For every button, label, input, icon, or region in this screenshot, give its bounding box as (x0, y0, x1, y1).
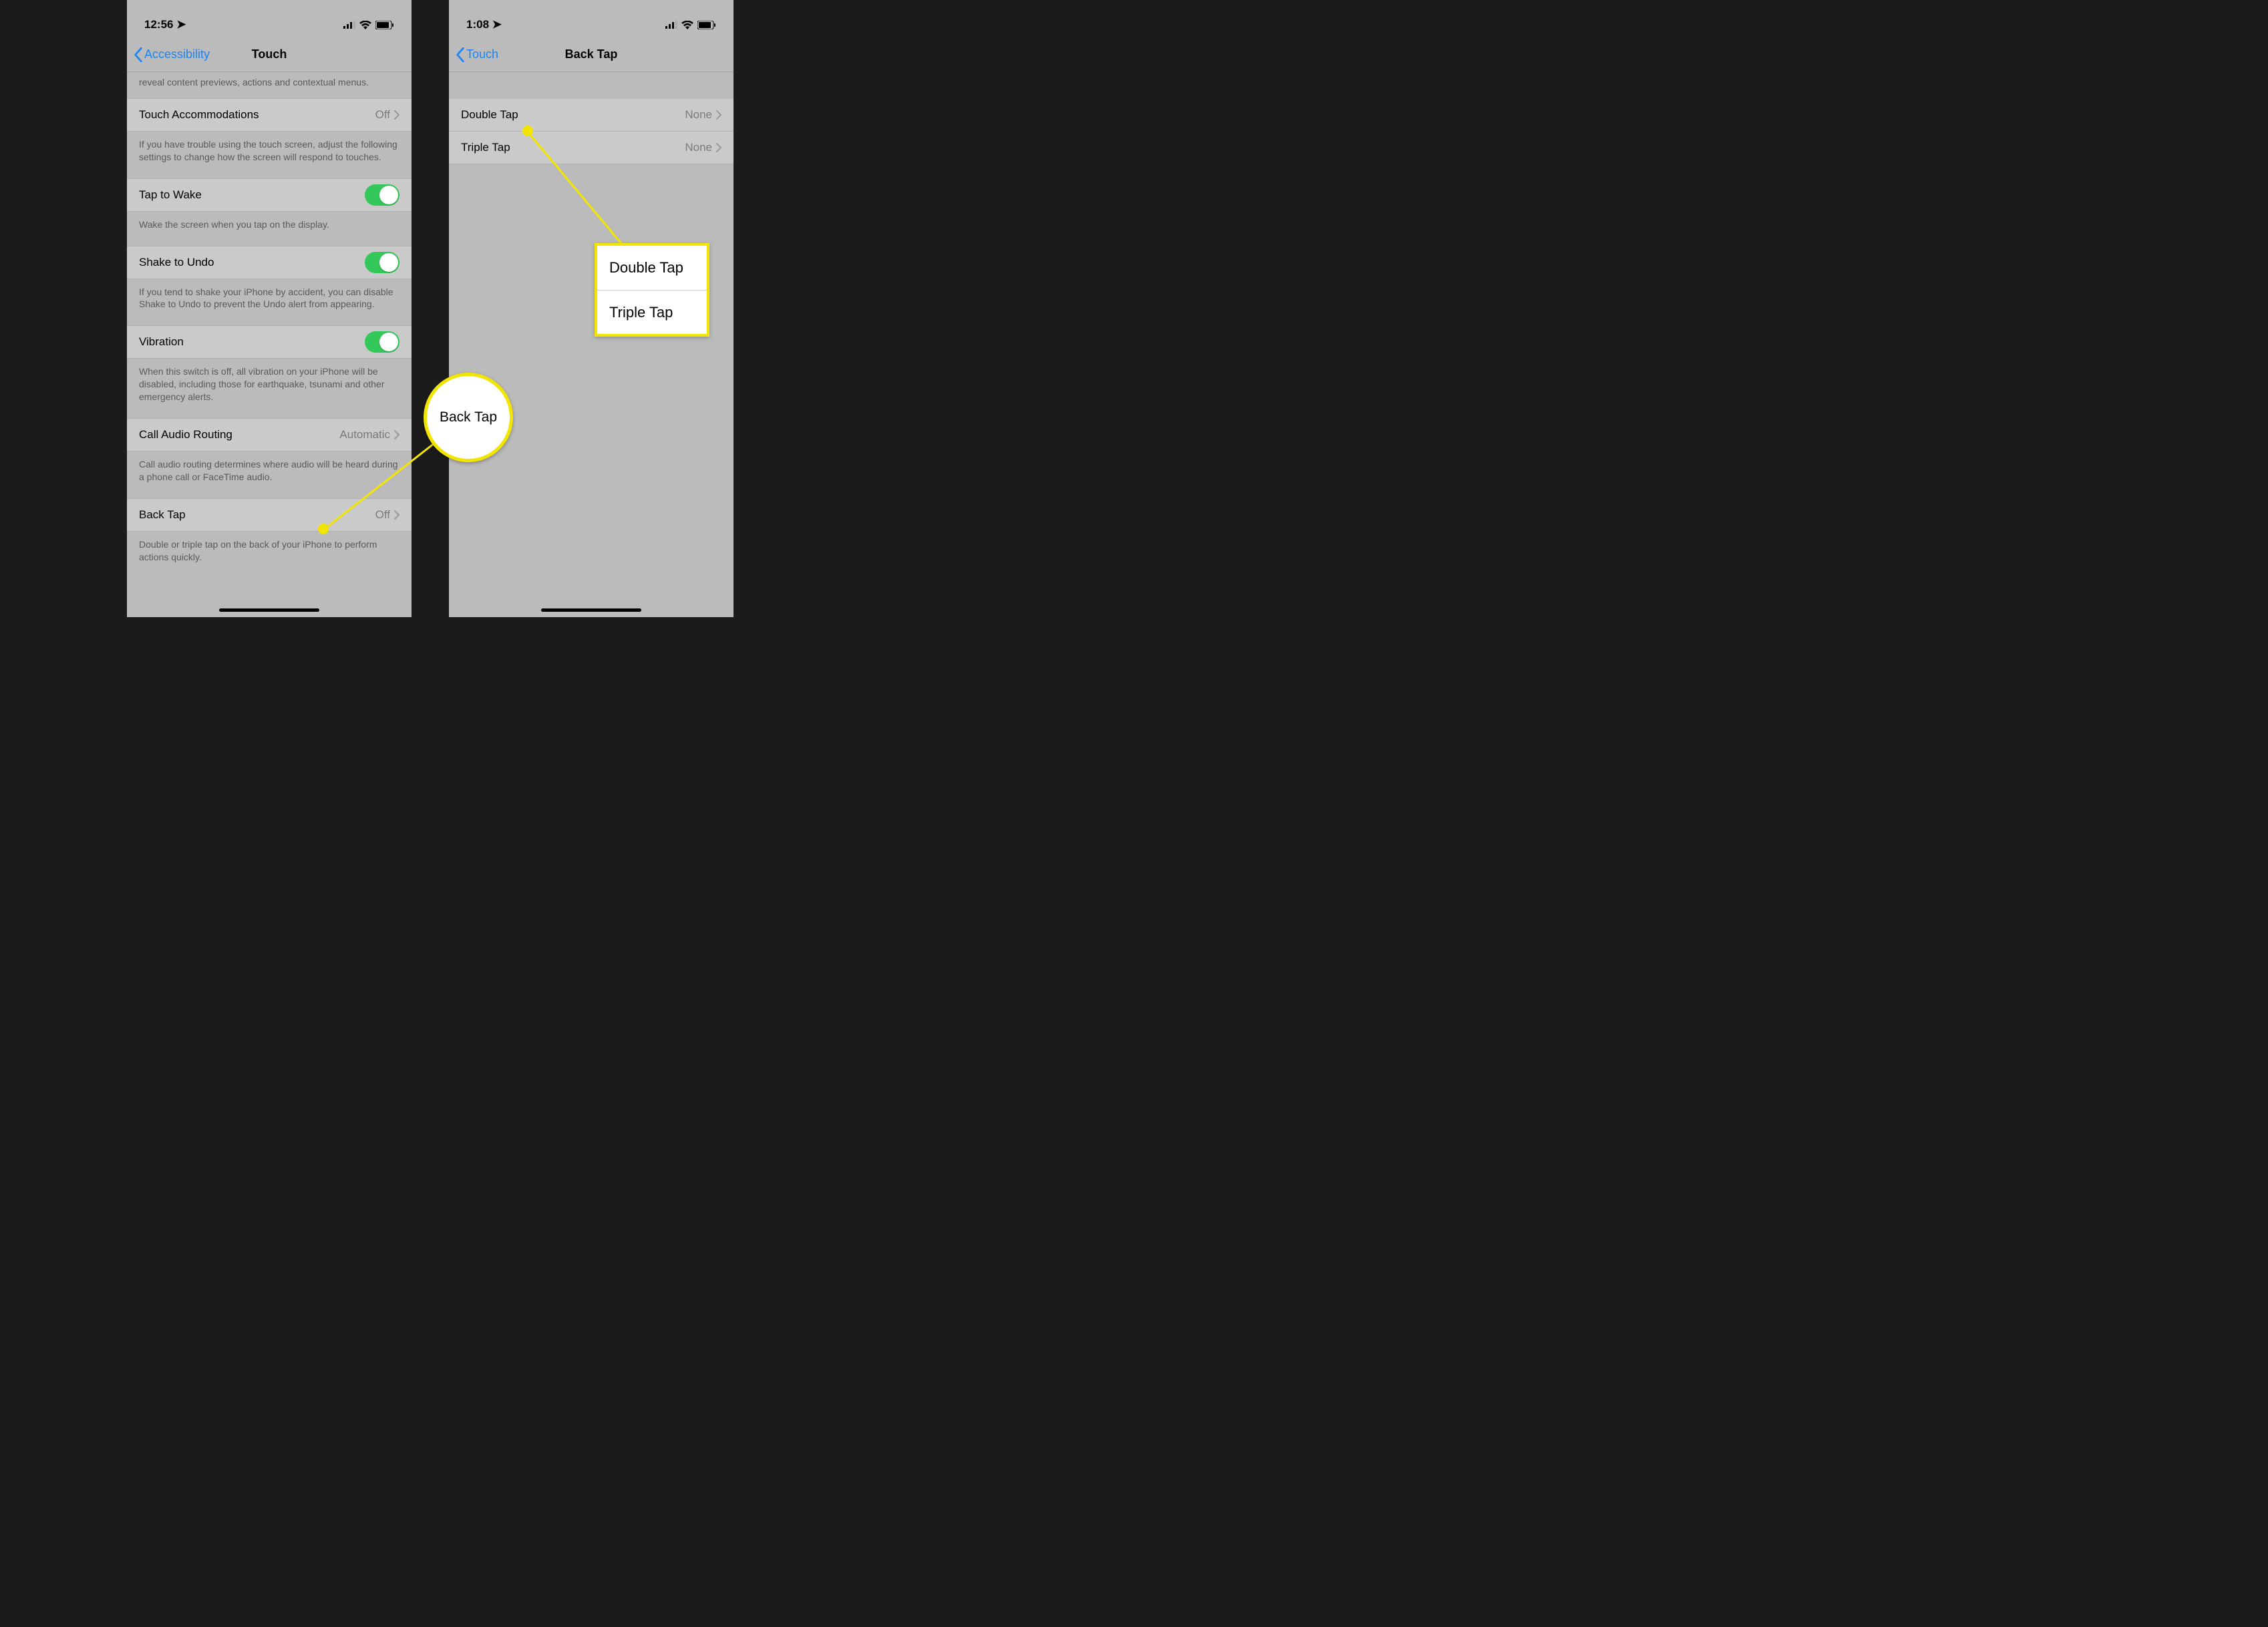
back-button[interactable]: Touch (449, 47, 498, 62)
status-bar: 1:08 ➤ (449, 0, 734, 37)
wifi-icon (359, 21, 371, 29)
row-label: Call Audio Routing (139, 428, 232, 441)
back-button[interactable]: Accessibility (127, 47, 210, 62)
status-indicators (665, 21, 716, 29)
section-footer: Wake the screen when you tap on the disp… (127, 212, 412, 246)
back-label: Touch (466, 47, 498, 61)
row-label: Tap to Wake (139, 188, 202, 202)
section-footer: If you tend to shake your iPhone by acci… (127, 279, 412, 326)
section-footer: reveal content previews, actions and con… (127, 72, 412, 98)
chevron-right-icon (394, 110, 399, 120)
row-value: None (685, 141, 721, 154)
callout-row: Triple Tap (597, 290, 707, 334)
row-value: Off (375, 108, 399, 122)
home-indicator[interactable] (219, 608, 319, 612)
settings-list[interactable]: reveal content previews, actions and con… (127, 72, 412, 578)
chevron-right-icon (716, 110, 721, 120)
status-indicators (343, 21, 394, 29)
status-time: 12:56 ➤ (144, 18, 186, 31)
section-footer: If you have trouble using the touch scre… (127, 132, 412, 178)
chevron-right-icon (394, 510, 399, 520)
location-icon: ➤ (176, 18, 186, 31)
chevron-right-icon (394, 430, 399, 439)
row-label: Vibration (139, 335, 184, 349)
row-shake-to-undo[interactable]: Shake to Undo (127, 246, 412, 279)
row-label: Shake to Undo (139, 256, 214, 269)
row-value: None (685, 108, 721, 122)
row-label: Triple Tap (461, 141, 510, 154)
location-icon: ➤ (492, 18, 502, 31)
row-label: Touch Accommodations (139, 108, 259, 122)
row-label: Back Tap (139, 508, 186, 522)
row-value: Off (375, 508, 399, 522)
toggle-on[interactable] (365, 184, 399, 206)
settings-list[interactable]: Double Tap None Triple Tap None (449, 72, 734, 164)
row-double-tap[interactable]: Double Tap None (449, 99, 734, 132)
toggle-on[interactable] (365, 252, 399, 273)
row-tap-to-wake[interactable]: Tap to Wake (127, 178, 412, 212)
row-triple-tap[interactable]: Triple Tap None (449, 132, 734, 164)
status-bar: 12:56 ➤ (127, 0, 412, 37)
row-value: Automatic (339, 428, 399, 441)
status-time: 1:08 ➤ (466, 18, 502, 31)
section-footer: When this switch is off, all vibration o… (127, 359, 412, 418)
nav-bar: Touch Back Tap (449, 37, 734, 72)
cellular-icon (665, 21, 677, 29)
section-footer: Call audio routing determines where audi… (127, 451, 412, 498)
battery-icon (697, 21, 716, 29)
callout-label: Back Tap (440, 409, 497, 425)
chevron-right-icon (716, 143, 721, 152)
row-label: Double Tap (461, 108, 518, 122)
row-call-audio-routing[interactable]: Call Audio Routing Automatic (127, 418, 412, 451)
chevron-left-icon (134, 47, 143, 62)
nav-bar: Accessibility Touch (127, 37, 412, 72)
annotation-callout-back-tap: Back Tap (424, 373, 513, 462)
wifi-icon (681, 21, 693, 29)
row-touch-accommodations[interactable]: Touch Accommodations Off (127, 98, 412, 132)
row-back-tap[interactable]: Back Tap Off (127, 498, 412, 532)
annotation-callout-tap-options: Double Tap Triple Tap (595, 243, 709, 337)
toggle-on[interactable] (365, 331, 399, 353)
back-label: Accessibility (144, 47, 210, 61)
screenshot-touch-settings: 12:56 ➤ Accessibility Touch reveal conte… (127, 0, 412, 617)
home-indicator[interactable] (541, 608, 641, 612)
cellular-icon (343, 21, 355, 29)
section-footer: Double or triple tap on the back of your… (127, 532, 412, 578)
row-vibration[interactable]: Vibration (127, 325, 412, 359)
chevron-left-icon (456, 47, 465, 62)
battery-icon (375, 21, 394, 29)
callout-row: Double Tap (597, 246, 707, 290)
